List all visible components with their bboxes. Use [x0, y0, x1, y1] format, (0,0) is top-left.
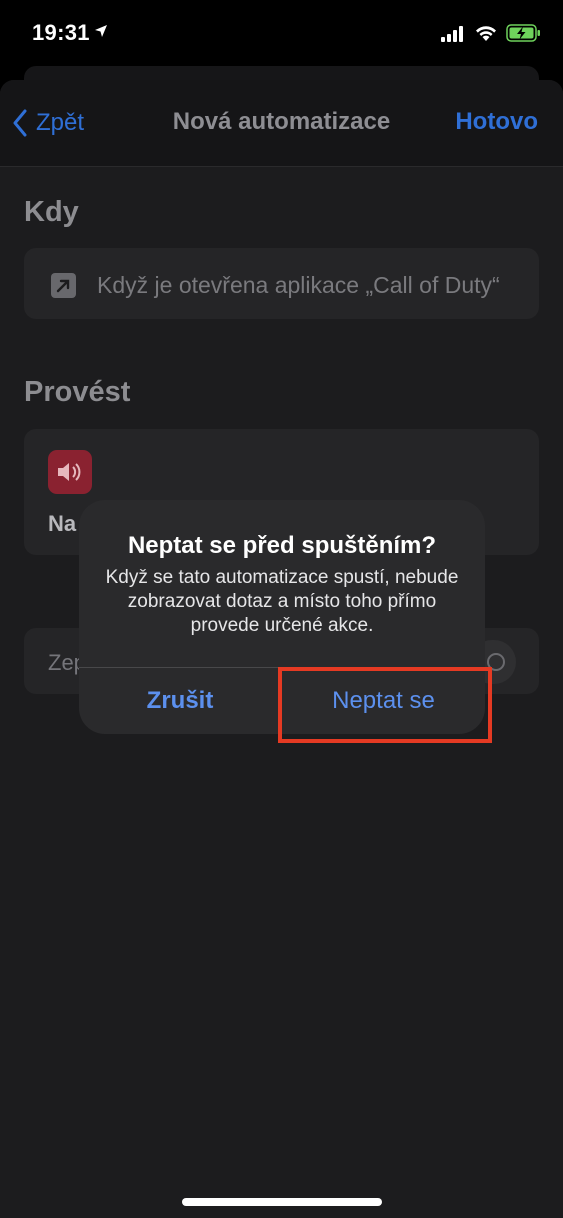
wifi-icon: [476, 26, 496, 41]
speaker-volume-icon: [48, 450, 92, 494]
status-time: 19:31: [32, 20, 90, 45]
status-bar: 19:31: [0, 0, 563, 70]
open-app-arrow-icon: [51, 273, 76, 298]
signal-icon: [441, 26, 463, 42]
highlight-box: [278, 667, 492, 743]
location-arrow-icon: [95, 25, 107, 37]
action-label: Na: [48, 511, 77, 536]
when-heading: Kdy: [24, 196, 79, 228]
done-button[interactable]: Hotovo: [455, 108, 538, 136]
home-indicator[interactable]: [182, 1198, 382, 1206]
perform-heading: Provést: [24, 376, 131, 408]
alert-title: Neptat se před spuštěním?: [127, 532, 437, 559]
trigger-text: Když je otevřena aplikace „Call of Duty“: [97, 272, 500, 298]
battery-charging-icon: [506, 24, 540, 42]
cancel-button[interactable]: Zrušit: [79, 668, 281, 734]
alert-message: Když se tato automatizace spustí, nebude…: [105, 567, 459, 636]
